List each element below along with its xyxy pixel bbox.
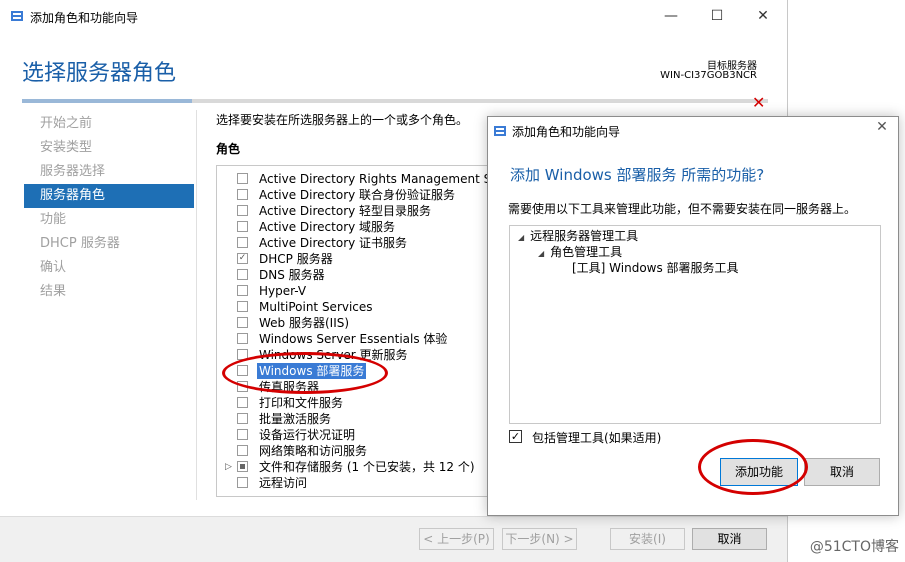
sidebar-item-before-you-begin[interactable]: 开始之前 [24,112,194,136]
annotation-circle [222,352,388,394]
watermark: @51CTO博客 [809,539,899,555]
sidebar-divider [196,110,197,500]
role-checkbox[interactable] [237,269,248,280]
roles-instruction: 选择要安装在所选服务器上的一个或多个角色。 [216,113,469,127]
sidebar-item-server-selection[interactable]: 服务器选择 [24,160,194,184]
checkmark-icon[interactable]: ✓ [237,253,248,264]
error-x-icon: ✕ [752,93,766,112]
role-item[interactable]: 打印和文件服务 [217,395,487,411]
tree-item[interactable]: [工具] Windows 部署服务工具 [572,260,739,276]
dialog-description: 需要使用以下工具来管理此功能，但不需要安装在同一服务器上。 [508,202,857,216]
sidebar-item-installation-type[interactable]: 安装类型 [24,136,194,160]
role-item[interactable]: Active Directory 轻型目录服务 [217,203,487,219]
role-item[interactable]: Active Directory 联合身份验证服务 [217,187,487,203]
window-title: 添加角色和功能向导 [30,11,139,25]
expand-arrow-icon[interactable]: ▷ [225,459,232,475]
dialog-cancel-button[interactable]: 取消 [804,458,880,486]
role-checkbox[interactable] [237,317,248,328]
role-checkbox[interactable] [237,333,248,344]
role-checkbox[interactable] [237,301,248,312]
role-checkbox[interactable] [237,477,248,488]
sidebar-item-dhcp-server[interactable]: DHCP 服务器 [24,232,194,256]
include-tools-checkbox[interactable]: ✓ [509,430,522,443]
expanded-arrow-icon[interactable]: ◢ [538,249,544,258]
server-manager-icon [11,11,23,21]
role-checkbox[interactable] [237,397,248,408]
dialog-title: 添加角色和功能向导 [512,125,621,139]
sidebar-item-server-roles[interactable]: 服务器角色 [24,184,194,208]
sidebar-item-results[interactable]: 结果 [24,280,194,304]
role-item[interactable]: MultiPoint Services [217,299,487,315]
roles-list[interactable]: Active Directory Rights Management Se Ac… [216,165,488,497]
sidebar-item-confirmation[interactable]: 确认 [24,256,194,280]
role-checkbox[interactable] [237,285,248,296]
install-button[interactable]: 安装(I) [610,528,685,550]
page-title: 选择服务器角色 [22,61,177,86]
partial-checkbox[interactable] [237,461,248,472]
role-item[interactable]: ▷ 文件和存储服务 (1 个已安装，共 12 个) [217,459,487,475]
cancel-button[interactable]: 取消 [692,528,767,550]
role-checkbox[interactable] [237,237,248,248]
role-checkbox[interactable] [237,173,248,184]
previous-button[interactable]: < 上一步(P) [419,528,494,550]
role-checkbox[interactable] [237,413,248,424]
role-checkbox[interactable] [237,221,248,232]
role-item[interactable]: 设备运行状况证明 [217,427,487,443]
close-icon[interactable]: ✕ [872,119,892,135]
role-item[interactable]: Web 服务器(IIS) [217,315,487,331]
role-item[interactable]: Hyper-V [217,283,487,299]
role-checkbox[interactable] [237,445,248,456]
include-tools-label: 包括管理工具(如果适用) [532,431,662,445]
maximize-icon[interactable]: ☐ [694,0,740,32]
roles-heading: 角色 [216,142,241,156]
expanded-arrow-icon[interactable]: ◢ [518,233,524,242]
role-item[interactable]: 远程访问 [217,475,487,491]
role-item[interactable]: Active Directory 证书服务 [217,235,487,251]
dialog-heading: 添加 Windows 部署服务 所需的功能? [510,166,765,184]
title-bar: 添加角色和功能向导 — ☐ ✕ [0,0,787,32]
role-item[interactable]: Active Directory Rights Management Se [217,171,487,187]
role-item[interactable]: DNS 服务器 [217,267,487,283]
role-checkbox[interactable] [237,189,248,200]
close-icon[interactable]: ✕ [740,0,786,32]
header-divider-accent [22,99,192,103]
server-manager-icon [494,126,506,136]
features-tree[interactable]: ◢ 远程服务器管理工具 ◢ 角色管理工具 [工具] Windows 部署服务工具 [509,225,881,424]
annotation-circle [698,439,808,495]
destination-server: WIN-CI37GOB3NCR [660,70,757,81]
role-checkbox[interactable] [237,205,248,216]
role-item[interactable]: 批量激活服务 [217,411,487,427]
role-item[interactable]: 网络策略和访问服务 [217,443,487,459]
role-item[interactable]: Windows Server Essentials 体验 [217,331,487,347]
role-checkbox[interactable] [237,429,248,440]
minimize-icon[interactable]: — [648,0,694,32]
role-item[interactable]: Active Directory 域服务 [217,219,487,235]
role-item[interactable]: ✓ DHCP 服务器 [217,251,487,267]
next-button[interactable]: 下一步(N) > [502,528,577,550]
add-features-dialog: 添加角色和功能向导 ✕ 添加 Windows 部署服务 所需的功能? 需要使用以… [487,116,899,516]
sidebar-item-features[interactable]: 功能 [24,208,194,232]
